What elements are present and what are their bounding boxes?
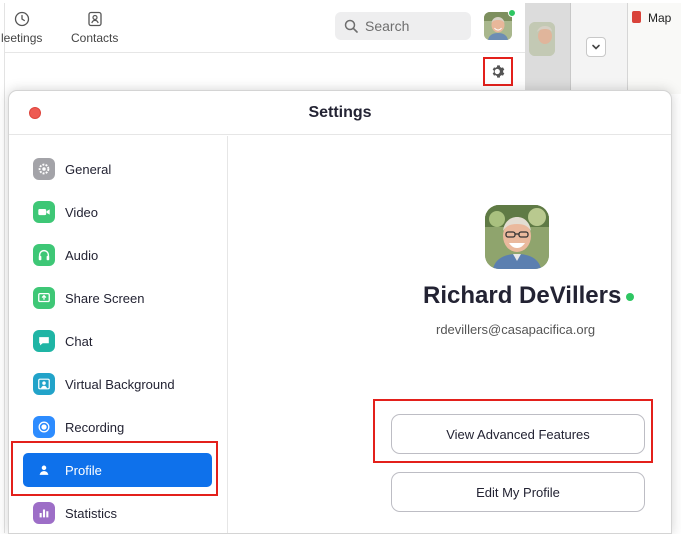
gear-icon (492, 65, 504, 78)
sidebar-item-label: Audio (65, 247, 99, 263)
main-toolbar: leetings Contacts Search (1, 3, 526, 53)
person-frame-icon (33, 373, 55, 395)
sidebar-item-audio[interactable]: Audio (23, 238, 212, 272)
avatar[interactable] (485, 205, 549, 269)
user-photo-icon (485, 205, 549, 269)
share-screen-icon (33, 287, 55, 309)
clock-icon (14, 11, 29, 27)
sidebar-item-recording[interactable]: Recording (23, 410, 212, 444)
sidebar-item-chat[interactable]: Chat (23, 324, 212, 358)
online-status-dot (626, 293, 634, 301)
settings-title: Settings (308, 104, 372, 121)
maps-icon (632, 11, 641, 23)
sidebar-item-label: Share Screen (65, 290, 145, 306)
sidebar-item-label: Virtual Background (65, 376, 175, 392)
video-camera-icon (33, 201, 55, 223)
online-status-dot (508, 9, 516, 17)
contact-card-icon (88, 11, 102, 27)
sidebar-item-video[interactable]: Video (23, 195, 212, 229)
tab-contacts[interactable]: Contacts (71, 11, 118, 45)
sidebar-item-virtual-background[interactable]: Virtual Background (23, 367, 212, 401)
user-email: rdevillers@casapacifica.org (436, 322, 596, 337)
search-placeholder: Search (365, 18, 410, 34)
sidebar-item-label: Recording (65, 419, 125, 435)
user-photo-icon (484, 12, 512, 40)
sidebar-item-general[interactable]: General (23, 152, 212, 186)
edit-my-profile-button[interactable]: Edit My Profile (391, 472, 645, 512)
highlight-box-advanced-features (373, 399, 653, 463)
sidebar-item-label: Statistics (65, 505, 118, 521)
search-icon (344, 19, 358, 33)
chat-bubble-icon (33, 330, 55, 352)
sidebar-item-label: General (65, 161, 112, 177)
gear-icon (33, 158, 55, 180)
settings-titlebar: Settings (9, 91, 671, 135)
tab-meetings-label: leetings (1, 31, 43, 45)
highlight-box-profile (11, 441, 218, 496)
sidebar-item-label: Video (65, 204, 99, 220)
profile-panel: Richard DeVillers rdevillers@casapacific… (229, 136, 671, 533)
tab-meetings[interactable]: leetings (1, 11, 42, 45)
user-photo-icon (529, 22, 555, 56)
sidebar-item-share-screen[interactable]: Share Screen (23, 281, 212, 315)
search-input[interactable]: Search (335, 12, 471, 40)
bar-chart-icon (33, 502, 55, 524)
sidebar-item-statistics[interactable]: Statistics (23, 496, 212, 530)
dropdown-button[interactable] (586, 37, 606, 57)
headphones-icon (33, 244, 55, 266)
background-avatar (529, 22, 555, 56)
record-icon (33, 416, 55, 438)
avatar[interactable] (484, 12, 512, 40)
user-name: Richard DeVillers (423, 282, 622, 309)
settings-gear-button[interactable] (483, 57, 513, 86)
tab-contacts-label: Contacts (71, 31, 119, 45)
chevron-down-icon (592, 44, 600, 50)
sidebar-item-label: Chat (65, 333, 93, 349)
maps-label: Map (648, 11, 672, 25)
